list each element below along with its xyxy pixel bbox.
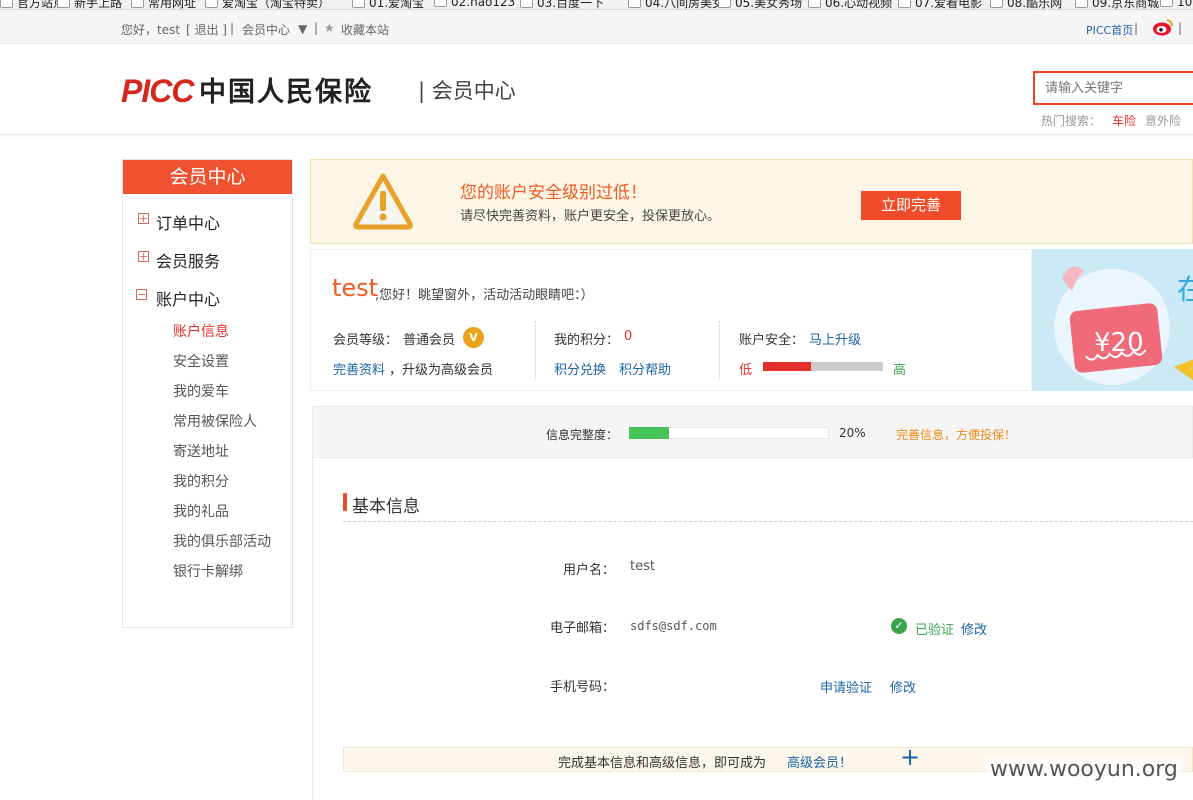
- alert-title: 您的账户安全级别过低！: [460, 183, 647, 203]
- divider: [719, 321, 720, 379]
- star-icon: ★: [324, 21, 335, 35]
- completeness-hint-link[interactable]: 完善信息，方便投保！: [896, 426, 1016, 443]
- bookmark-item[interactable]: 05.美女秀场: [718, 0, 802, 9]
- upgrade-tip-text: 完成基本信息和高级信息，即可成为: [558, 756, 767, 771]
- email-edit-link[interactable]: 修改: [961, 619, 987, 638]
- bookmark-item[interactable]: 02.hao123: [434, 0, 515, 9]
- vip-badge-icon: V: [463, 327, 484, 348]
- logo-chinese-name: 中国人民保险: [199, 77, 373, 108]
- bookmark-item[interactable]: 10: [1160, 0, 1192, 9]
- completeness-percent: 20%: [839, 426, 866, 440]
- points-value: 0: [624, 329, 633, 344]
- bookmark-item[interactable]: 新手上路: [57, 0, 122, 9]
- coupon-value: ¥20: [1094, 328, 1144, 358]
- sidebar-item-insured[interactable]: 常用被保险人: [173, 411, 257, 431]
- completeness-fill: [629, 427, 669, 439]
- security-alert: [310, 159, 1193, 244]
- bookmark-item[interactable]: 04.八间房美女: [628, 0, 724, 9]
- sidebar-section-account[interactable]: 账户中心: [156, 286, 220, 310]
- chevron-down-icon[interactable]: ▼: [298, 22, 307, 36]
- expand-icon[interactable]: +: [138, 213, 149, 224]
- bookmark-item[interactable]: 官方站点: [0, 0, 65, 9]
- bookmark-item[interactable]: 常用网址: [131, 0, 196, 9]
- hot-search-car-insurance[interactable]: 车险: [1112, 112, 1136, 129]
- picc-logo[interactable]: PICC: [121, 73, 194, 110]
- warning-icon: [352, 172, 414, 234]
- weibo-icon[interactable]: [1152, 17, 1174, 40]
- sidebar-title: 会员中心: [123, 160, 292, 194]
- username-value: test: [630, 559, 655, 574]
- phone-edit-link[interactable]: 修改: [890, 677, 916, 696]
- bookmark-item[interactable]: 07.爱看电影: [898, 0, 982, 9]
- sidebar-item-address[interactable]: 寄送地址: [173, 441, 229, 461]
- complete-now-button[interactable]: 立即完善: [861, 191, 961, 220]
- hot-search-accident-insurance[interactable]: 意外险: [1145, 112, 1181, 129]
- bookmark-item[interactable]: 01.爱淘宝: [352, 0, 424, 9]
- complete-profile-link[interactable]: 完善资料: [333, 359, 385, 378]
- username-label: 用户名：: [562, 563, 615, 578]
- basic-info-title: 基本信息: [352, 497, 420, 517]
- security-high-label: 高: [893, 363, 907, 378]
- bookmark-item[interactable]: 03.百度一下: [520, 0, 604, 9]
- top-greeting: 您好，test: [121, 23, 181, 37]
- phone-verify-link[interactable]: 申请验证: [820, 677, 872, 696]
- separator: |: [1178, 21, 1183, 35]
- promo-side-char: 在: [1177, 273, 1193, 306]
- sidebar-item-security[interactable]: 安全设置: [173, 351, 229, 371]
- browser-bookmarks-bar: 官方站点 新手上路 常用网址 爱淘宝（淘宝特卖） 01.爱淘宝 02.hao12…: [0, 0, 1193, 10]
- bookmark-item[interactable]: 08.酷乐网: [990, 0, 1062, 9]
- sidebar-item-gifts[interactable]: 我的礼品: [173, 501, 229, 521]
- email-verified-status: 已验证: [915, 623, 955, 638]
- watermark: www.wooyun.org: [986, 757, 1182, 782]
- member-center-link[interactable]: 会员中心: [242, 21, 290, 38]
- sidebar-item-points[interactable]: 我的积分: [173, 471, 229, 491]
- advanced-member-link[interactable]: 高级会员！: [787, 752, 852, 771]
- phone-label: 手机号码：: [549, 680, 615, 695]
- email-label: 电子邮箱：: [549, 621, 615, 636]
- security-low-label: 低: [739, 363, 753, 378]
- email-value: sdfs@sdf.com: [630, 619, 717, 633]
- separator: |: [1134, 21, 1139, 35]
- username-display: test: [332, 274, 379, 302]
- alert-description: 请尽快完善资料，账户更安全，投保更放心。: [460, 209, 721, 224]
- hot-search-label: 热门搜索：: [1041, 114, 1102, 128]
- member-level-label: 会员等级：: [333, 333, 399, 348]
- expand-icon[interactable]: +: [138, 251, 149, 262]
- promo-banner[interactable]: ¥20 在: [1032, 249, 1193, 391]
- bookmark-item[interactable]: 09.京东商城: [1075, 0, 1159, 9]
- upgrade-text: ，升级为高级会员: [389, 363, 494, 378]
- sidebar-item-account-info[interactable]: 账户信息: [173, 321, 229, 341]
- section-divider: [343, 521, 1193, 522]
- separator: |: [230, 21, 235, 35]
- greeting-text: ,您好！眺望窗外，活动活动眼睛吧：）: [375, 288, 594, 303]
- check-icon: ✓: [891, 618, 907, 634]
- points-exchange-link[interactable]: 积分兑换: [554, 359, 606, 378]
- picc-home-link[interactable]: PICC首页: [1086, 22, 1133, 38]
- separator: |: [314, 21, 319, 35]
- coupon-illustration: ¥20 在: [1054, 266, 1193, 385]
- bookmark-item[interactable]: 爱淘宝（淘宝特卖）: [205, 0, 330, 9]
- security-level-fill: [763, 362, 811, 371]
- plus-icon[interactable]: +: [900, 743, 920, 771]
- divider: [535, 321, 536, 379]
- completeness-label: 信息完整度：: [546, 428, 619, 442]
- sidebar-item-bank-card[interactable]: 银行卡解绑: [173, 561, 243, 581]
- points-label: 我的积分：: [554, 333, 620, 348]
- logo-member-center: | 会员中心: [418, 79, 516, 103]
- sidebar-item-my-car[interactable]: 我的爱车: [173, 381, 229, 401]
- security-label: 账户安全：: [739, 333, 805, 348]
- points-help-link[interactable]: 积分帮助: [619, 359, 671, 378]
- sidebar-section-services[interactable]: 会员服务: [156, 248, 220, 272]
- upgrade-security-link[interactable]: 马上升级: [809, 329, 861, 348]
- search-input[interactable]: [1033, 71, 1193, 105]
- collapse-icon[interactable]: −: [136, 289, 147, 300]
- member-level-value: 普通会员: [403, 333, 456, 348]
- top-bar: 您好，test [ 退出 ] | 会员中心 ▼ | ★ 收藏本站 PICC首页 …: [0, 10, 1193, 44]
- sidebar-item-club[interactable]: 我的俱乐部活动: [173, 531, 271, 551]
- sidebar-section-orders[interactable]: 订单中心: [156, 210, 220, 234]
- bookmark-item[interactable]: 06.心动视频: [808, 0, 892, 9]
- bookmark-site-link[interactable]: 收藏本站: [341, 21, 389, 38]
- logout-link[interactable]: [ 退出 ]: [186, 21, 227, 38]
- section-marker: [343, 493, 347, 511]
